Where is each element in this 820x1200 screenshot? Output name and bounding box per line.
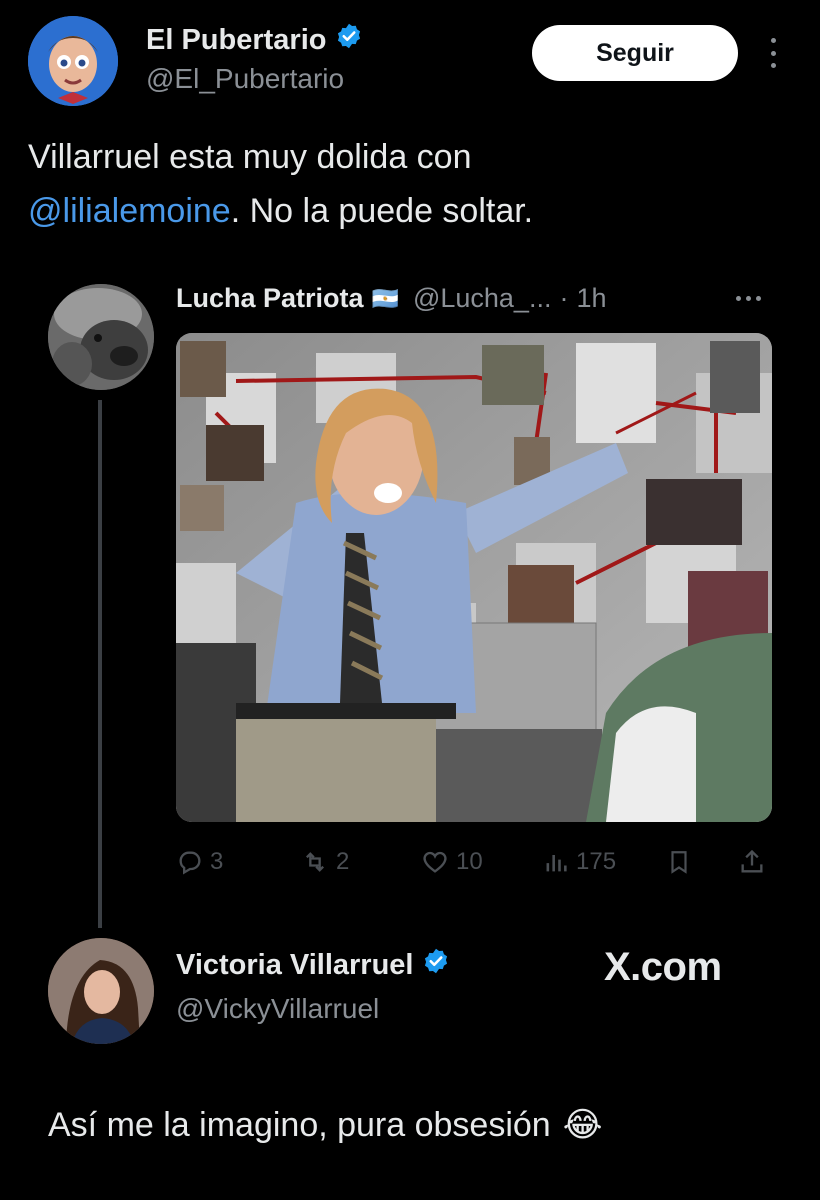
retweet-count: 2 [336, 848, 350, 875]
quoted-header[interactable]: Lucha Patriota 🇦🇷 @Lucha_... · 1h [176, 283, 607, 314]
reply-count: 3 [210, 848, 224, 875]
retweet-action[interactable]: 2 [300, 848, 349, 876]
quoted-separator: · [559, 283, 569, 313]
xcom-watermark: X.com [604, 945, 722, 989]
more-icon[interactable] [762, 38, 784, 68]
author-name-row[interactable]: El Pubertario [146, 22, 363, 58]
quoted-actions: 3 2 10 175 [176, 848, 772, 884]
tweet-text-before: Villarruel esta muy dolida con [28, 138, 472, 176]
verified-badge-icon [422, 947, 450, 983]
meme-image[interactable] [176, 333, 772, 822]
like-count: 10 [456, 848, 483, 875]
quoted-time[interactable]: 1h [576, 283, 606, 314]
verified-badge-icon [335, 22, 363, 58]
lucha-avatar[interactable] [48, 284, 154, 390]
author-avatar[interactable] [28, 16, 118, 106]
quoted-more-icon[interactable] [736, 296, 761, 301]
author-name[interactable]: El Pubertario [146, 24, 327, 57]
argentina-flag-icon: 🇦🇷 [371, 285, 399, 311]
retweet-icon [306, 852, 324, 872]
view-count: 175 [576, 848, 617, 875]
thread-line [98, 400, 102, 928]
laughing-emoji-icon: 😂 [562, 1106, 603, 1144]
follow-button[interactable]: Seguir [532, 25, 738, 81]
tweet-text: Villarruel esta muy dolida con @lilialem… [28, 130, 788, 238]
like-icon [423, 851, 447, 873]
mention-link[interactable]: @lilialemoine [28, 192, 231, 230]
quoted-handle[interactable]: @Lucha_... [413, 283, 552, 314]
reply-name-row[interactable]: Victoria Villarruel [176, 947, 450, 983]
views-action[interactable]: 175 [542, 848, 616, 876]
views-icon [546, 855, 567, 872]
bookmark-icon[interactable] [666, 848, 692, 876]
reply-text: Así me la imagino, pura obsesión [48, 1105, 551, 1144]
tweet-text-after: . No la puede soltar. [230, 192, 534, 230]
author-handle[interactable]: @El_Pubertario [146, 63, 344, 95]
reply-action[interactable]: 3 [176, 848, 223, 876]
reply-name[interactable]: Victoria Villarruel [176, 949, 414, 982]
vicky-avatar[interactable] [48, 938, 154, 1044]
like-action[interactable]: 10 [420, 848, 483, 876]
share-icon[interactable] [738, 848, 766, 876]
reply-text-row: Así me la imagino, pura obsesión 😂 [48, 1105, 602, 1145]
quoted-name[interactable]: Lucha Patriota [176, 283, 364, 314]
reply-icon [179, 851, 201, 875]
reply-handle[interactable]: @VickyVillarruel [176, 993, 379, 1025]
